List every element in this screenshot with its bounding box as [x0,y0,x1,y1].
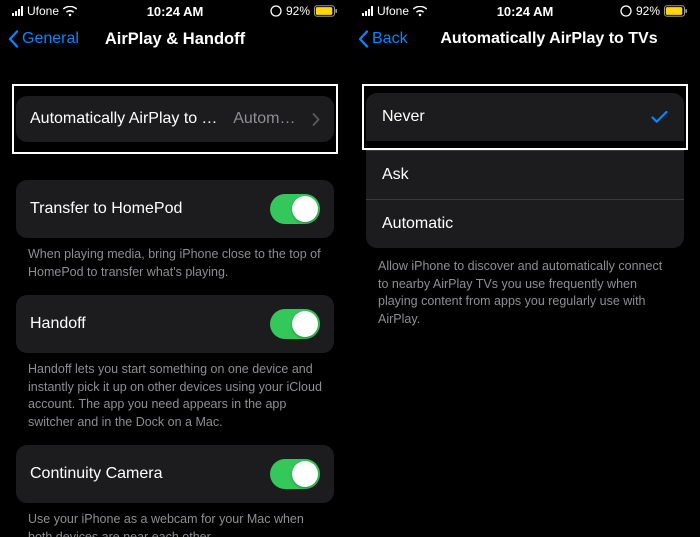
row-footer: When playing media, bring iPhone close t… [16,238,334,281]
chevron-right-icon [312,113,320,126]
continuity-camera-row[interactable]: Continuity Camera [16,445,334,503]
carrier-label: Ufone [377,4,409,18]
back-label: Back [372,30,408,48]
row-title: Transfer to HomePod [30,200,182,218]
cellular-signal-icon [362,6,373,16]
option-never[interactable]: Never [366,93,684,141]
highlight-annotation: Never [362,84,688,150]
carrier-label: Ufone [27,4,59,18]
chevron-left-icon [358,30,369,48]
back-button[interactable]: General [8,30,79,48]
settings-pane-auto-airplay: Ufone 10:24 AM 92% Back Automatically Ai… [350,0,700,537]
checkmark-icon [651,110,668,124]
nav-bar: General AirPlay & Handoff [0,20,350,58]
option-ask[interactable]: Ask [366,150,684,199]
battery-percent: 92% [286,4,310,18]
row-title: Continuity Camera [30,465,163,483]
orientation-lock-icon [620,5,632,17]
option-label: Never [382,108,425,126]
back-button[interactable]: Back [358,30,408,48]
row-value: Automa… [233,110,302,128]
handoff-row[interactable]: Handoff [16,295,334,353]
wifi-icon [63,6,77,17]
options-footer: Allow iPhone to discover and automatical… [366,248,684,328]
settings-pane-airplay-handoff: Ufone 10:24 AM 92% General AirPlay & Han… [0,0,350,537]
option-label: Ask [382,166,409,184]
transfer-homepod-row[interactable]: Transfer to HomePod [16,180,334,238]
switch-toggle[interactable] [270,309,320,339]
row-title: Handoff [30,315,86,333]
row-footer: Use your iPhone as a webcam for your Mac… [16,503,334,537]
orientation-lock-icon [270,5,282,17]
status-bar: Ufone 10:24 AM 92% [0,0,350,20]
battery-icon [314,5,338,17]
row-footer: Handoff lets you start something on one … [16,353,334,431]
battery-icon [664,5,688,17]
cellular-signal-icon [12,6,23,16]
option-automatic[interactable]: Automatic [366,199,684,248]
chevron-left-icon [8,30,19,48]
highlight-annotation: Automatically AirPlay to TVs Automa… [12,84,338,154]
option-label: Automatic [382,215,453,233]
switch-toggle[interactable] [270,194,320,224]
battery-percent: 92% [636,4,660,18]
switch-toggle[interactable] [270,459,320,489]
row-title: Automatically AirPlay to TVs [30,110,223,128]
nav-bar: Back Automatically AirPlay to TVs [350,20,700,58]
back-label: General [22,30,79,48]
auto-airplay-row[interactable]: Automatically AirPlay to TVs Automa… [16,96,334,142]
wifi-icon [413,6,427,17]
status-bar: Ufone 10:24 AM 92% [350,0,700,20]
